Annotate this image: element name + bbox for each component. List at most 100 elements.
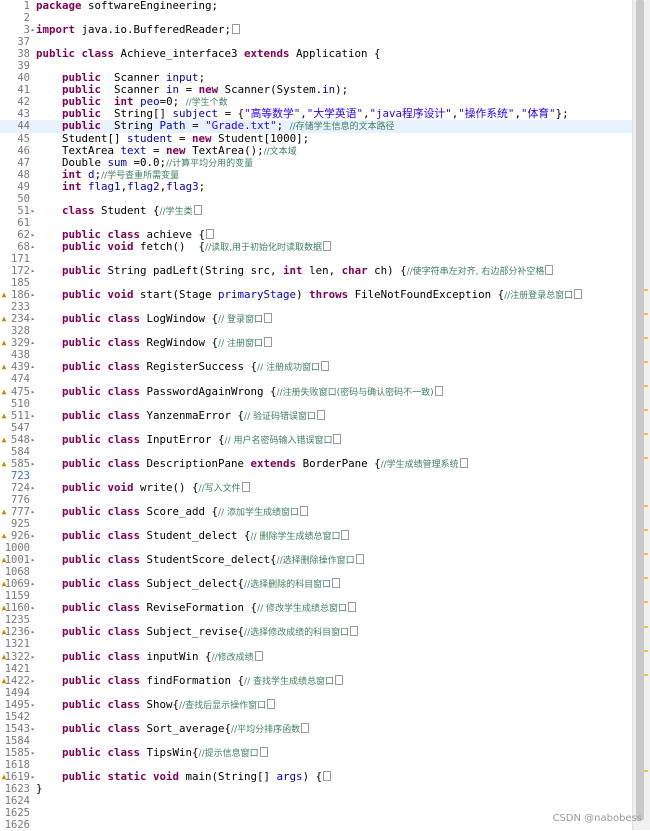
line-number: 724 (11, 481, 30, 494)
field-name: in (322, 83, 336, 97)
code-line[interactable]: 38 public class Achieve_interface3 extend… (0, 48, 632, 61)
code-line[interactable]: ▲ 1001 ▸ public class StudentScore_delect{… (0, 554, 632, 566)
comment: //选择删除的科目窗口 (244, 580, 332, 591)
folded-code-icon (259, 746, 268, 757)
code-line[interactable]: 1585 ▸ public class TipsWin{//提示信息窗口 (0, 745, 632, 759)
overview-ruler-mark[interactable] (644, 336, 648, 339)
code-line[interactable]: ▲ 1422 ▸ public class findFormation {// 查找… (0, 674, 632, 687)
keyword: public class (62, 529, 141, 543)
overview-ruler-mark[interactable] (644, 625, 648, 628)
line-number: 1068 (4, 566, 30, 579)
code-line[interactable]: 51 ▸ class Student {//学生类 (0, 203, 632, 217)
code-line[interactable]: ▲ 1322 ▸ public class inputWin {//修改成绩 (0, 650, 632, 663)
code-line[interactable]: 49 int flag1,flag2,flag3; (0, 180, 632, 193)
code-token: =0.0; (127, 155, 167, 169)
code-line[interactable]: ▲ 1236 ▸ public class Subject_revise{//选择修… (0, 626, 632, 638)
keyword: public void (62, 480, 134, 494)
overview-ruler-mark[interactable] (644, 360, 648, 363)
overview-ruler-mark[interactable] (644, 288, 648, 291)
folded-code-icon (316, 409, 325, 420)
overview-ruler-mark[interactable] (644, 457, 648, 460)
field-name: input (166, 71, 199, 85)
overview-ruler-mark[interactable] (644, 408, 648, 411)
keyword: public void (62, 288, 134, 302)
overview-ruler-mark[interactable] (644, 553, 648, 556)
code-line[interactable]: 1623} (0, 783, 632, 796)
line-number: 3 (23, 24, 30, 37)
code-token: Student { (94, 203, 160, 217)
code-line[interactable]: ▲ 475 ▸ public class PasswordAgainWrong {/… (0, 385, 632, 398)
line-number: 45 (17, 132, 30, 145)
code-line[interactable]: 1625 (0, 807, 632, 819)
code-line[interactable]: 724 ▸ public void write() {//写入文件 (0, 480, 632, 494)
code-line[interactable]: ▲ 548 ▸ public class InputError {// 用户名密码输… (0, 432, 632, 446)
code-line[interactable]: ▲ 777 ▸ public class Score_add {// 添加学生成绩窗… (0, 505, 632, 518)
code-line[interactable]: 1543 ▸ public class Sort_average{//平均分排序函… (0, 721, 632, 735)
code-line[interactable]: ▲ 329 ▸ public class RegWindow {// 注册窗口 (0, 337, 632, 349)
code-line[interactable]: ▲ 1160 ▸ public class ReviseFormation {// … (0, 602, 632, 614)
line-number: 439 (11, 361, 30, 374)
overview-ruler-mark[interactable] (644, 529, 648, 532)
line-number: 44 (17, 120, 30, 133)
overview-ruler-mark[interactable] (644, 312, 648, 315)
overview-ruler-mark[interactable] (644, 601, 648, 604)
code-token: RegWindow { (140, 336, 219, 350)
code-line[interactable]: ▲ 1619 ▸ public static void main(String[] … (0, 770, 632, 783)
overview-ruler-mark[interactable] (644, 577, 648, 580)
comment: //选择修改成绩的科目窗口 (244, 628, 350, 639)
line-number: 1236 (4, 626, 30, 639)
code-area[interactable]: 1 package softwareEngineering; 2 3 ▸ import j… (0, 0, 632, 831)
code-token: softwareEngineering; (81, 0, 219, 12)
line-number: 171 (11, 252, 30, 265)
code-line[interactable]: ▲ 186 ▸ public void start(Stage primarySta… (0, 289, 632, 301)
scrollbar-thumb[interactable] (636, 0, 644, 820)
keyword: public class (62, 227, 141, 241)
code-line[interactable]: 1624 (0, 795, 632, 807)
code-line[interactable]: 172 ▸ public String padLeft(String src, i… (0, 265, 632, 277)
code-line[interactable]: ▲ 1069 ▸ public class Subject_delect{//选择删… (0, 578, 632, 590)
overview-ruler-mark[interactable] (644, 649, 648, 652)
code-token: Sort_average{ (140, 721, 232, 735)
line-number: 1160 (4, 602, 30, 615)
overview-ruler-mark[interactable] (644, 673, 648, 676)
code-line[interactable]: 1495 ▸ public class Show{//查找后显示操作窗口 (0, 698, 632, 711)
overview-ruler-mark[interactable] (644, 384, 648, 387)
code-line[interactable]: 1 package softwareEngineering; (0, 0, 632, 12)
overview-ruler-mark[interactable] (644, 769, 648, 772)
line-number: 1322 (4, 650, 30, 663)
keyword: char (341, 264, 368, 278)
code-line[interactable]: ▲ 439 ▸ public class RegisterSuccess {// 注… (0, 361, 632, 373)
line-number: 1000 (4, 542, 30, 555)
overview-ruler[interactable] (644, 0, 648, 830)
folded-code-icon (241, 481, 250, 492)
line-number: 1543 (4, 722, 30, 735)
code-line[interactable]: 3 ▸ import java.io.BufferedReader; (0, 24, 632, 36)
keyword: class (62, 203, 95, 217)
code-token: write() { (133, 480, 199, 494)
code-line[interactable]: ▲ 511 ▸ public class YanzenmaError {// 验证码… (0, 409, 632, 422)
code-line[interactable]: ▲ 926 ▸ public class Student_delect {// 删除… (0, 530, 632, 542)
folded-code-icon (323, 771, 332, 781)
code-token: ) (296, 288, 310, 302)
code-line[interactable]: 1626 (0, 819, 632, 831)
code-line[interactable]: 68 ▸ public void fetch() {//读取,用于初始化时读取数据 (0, 240, 632, 253)
keyword: public class (62, 745, 141, 759)
folded-code-icon (320, 361, 329, 372)
overview-ruler-mark[interactable] (644, 505, 648, 508)
code-line[interactable]: ▲ 585 ▸ public class DescriptionPane exten… (0, 456, 632, 470)
overview-ruler-mark[interactable] (644, 433, 648, 436)
code-line[interactable]: ▲ 234 ▸ public class LogWindow {// 登录窗口 (0, 313, 632, 325)
keyword: extends (250, 456, 297, 470)
line-number: 1495 (4, 698, 30, 711)
folded-code-icon (206, 228, 215, 239)
code-token: Subject_delect{ (140, 577, 245, 591)
folded-code-icon (334, 674, 343, 685)
code-editor[interactable]: 1 package softwareEngineering; 2 3 ▸ import j… (0, 0, 650, 831)
code-token: StudentScore_delect{ (140, 553, 277, 567)
line-number: 61 (17, 216, 30, 229)
code-token: InputError { (140, 432, 225, 446)
folded-code-icon (574, 289, 583, 300)
